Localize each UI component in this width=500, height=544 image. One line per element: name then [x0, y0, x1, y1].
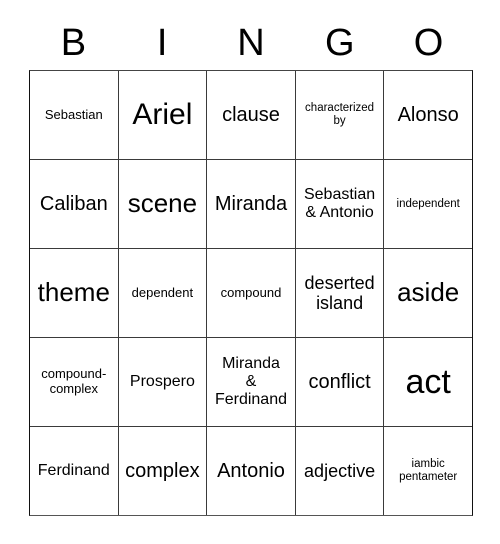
bingo-cell-label: Sebastian — [44, 106, 103, 122]
bingo-cell[interactable]: dependent — [119, 249, 208, 337]
bingo-cell[interactable]: deserted island — [296, 249, 385, 337]
bingo-cell[interactable]: Sebastian — [30, 71, 119, 159]
bingo-cell-label: conflict — [308, 370, 371, 393]
bingo-cell[interactable]: act — [384, 338, 472, 426]
bingo-cell-label: dependent — [131, 284, 194, 300]
bingo-cell-label: compound- complex — [41, 366, 107, 396]
bingo-row: Caliban scene Miranda Sebastian & Antonio in… — [30, 160, 472, 249]
bingo-cell[interactable]: Miranda & Ferdinand — [207, 338, 296, 426]
bingo-cell-label: aside — [397, 277, 460, 308]
bingo-cell-label: iambic pentameter — [399, 458, 458, 483]
bingo-cell[interactable]: Antonio — [207, 427, 296, 515]
bingo-cell-label: scene — [127, 188, 198, 219]
bingo-cell[interactable]: conflict — [296, 338, 385, 426]
bingo-cell[interactable]: compound — [207, 249, 296, 337]
bingo-cell[interactable]: clause — [207, 71, 296, 159]
bingo-cell[interactable]: Ferdinand — [30, 427, 119, 515]
bingo-cell[interactable]: iambic pentameter — [384, 427, 472, 515]
bingo-cell-label: Antonio — [217, 459, 285, 482]
bingo-cell[interactable]: Prospero — [119, 338, 208, 426]
bingo-row: Ferdinand complex Antonio adjective iambic p… — [30, 427, 472, 515]
bingo-cell-label: Ferdinand — [37, 462, 110, 480]
bingo-cell[interactable]: Ariel — [119, 71, 208, 159]
bingo-cell[interactable]: compound- complex — [30, 338, 119, 426]
bingo-cell-label: act — [405, 362, 451, 401]
bingo-cell[interactable]: Alonso — [384, 71, 472, 159]
bingo-cell-label: Sebastian & Antonio — [303, 186, 376, 221]
bingo-cell-label: Miranda — [214, 192, 288, 215]
bingo-header-letters: B I N G O — [29, 18, 473, 68]
bingo-cell[interactable]: Caliban — [30, 160, 119, 248]
header-letter-o: O — [413, 22, 444, 64]
bingo-cell-label: theme — [37, 277, 110, 308]
bingo-row: Sebastian Ariel clause characterized by Alon… — [30, 71, 472, 160]
header-letter-n: N — [237, 22, 265, 64]
bingo-cell[interactable]: Miranda — [207, 160, 296, 248]
bingo-cell-label: complex — [125, 459, 200, 482]
bingo-cell-label: Ariel — [132, 98, 193, 132]
bingo-cell-label: Prospero — [129, 373, 195, 391]
header-letter-g: G — [325, 22, 355, 64]
bingo-cell[interactable]: scene — [119, 160, 208, 248]
bingo-cell[interactable]: adjective — [296, 427, 385, 515]
bingo-cell-label: characterized by — [305, 102, 375, 127]
bingo-card: B I N G O Sebastian Ariel clause characteri… — [0, 0, 500, 544]
bingo-cell[interactable]: complex — [119, 427, 208, 515]
bingo-cell-label: adjective — [304, 460, 376, 481]
header-letter-b: B — [60, 22, 87, 64]
bingo-cell[interactable]: independent — [384, 160, 472, 248]
bingo-grid: Sebastian Ariel clause characterized by Alon… — [29, 70, 473, 516]
bingo-cell-label: Alonso — [397, 103, 459, 126]
bingo-cell-label: deserted island — [304, 272, 375, 313]
bingo-row: theme dependent compound deserted island asi… — [30, 249, 472, 338]
bingo-cell-label: independent — [396, 197, 460, 210]
bingo-cell[interactable]: aside — [384, 249, 472, 337]
bingo-row: compound- complex Prospero Miranda & Ferdi… — [30, 338, 472, 427]
bingo-cell[interactable]: theme — [30, 249, 119, 337]
bingo-cell[interactable]: Sebastian & Antonio — [296, 160, 385, 248]
bingo-cell-label: clause — [222, 103, 280, 126]
bingo-cell-label: Caliban — [39, 192, 108, 215]
bingo-cell[interactable]: characterized by — [296, 71, 385, 159]
header-letter-i: I — [156, 22, 168, 64]
bingo-cell-label: Miranda & Ferdinand — [214, 355, 287, 408]
bingo-cell-label: compound — [220, 284, 282, 300]
